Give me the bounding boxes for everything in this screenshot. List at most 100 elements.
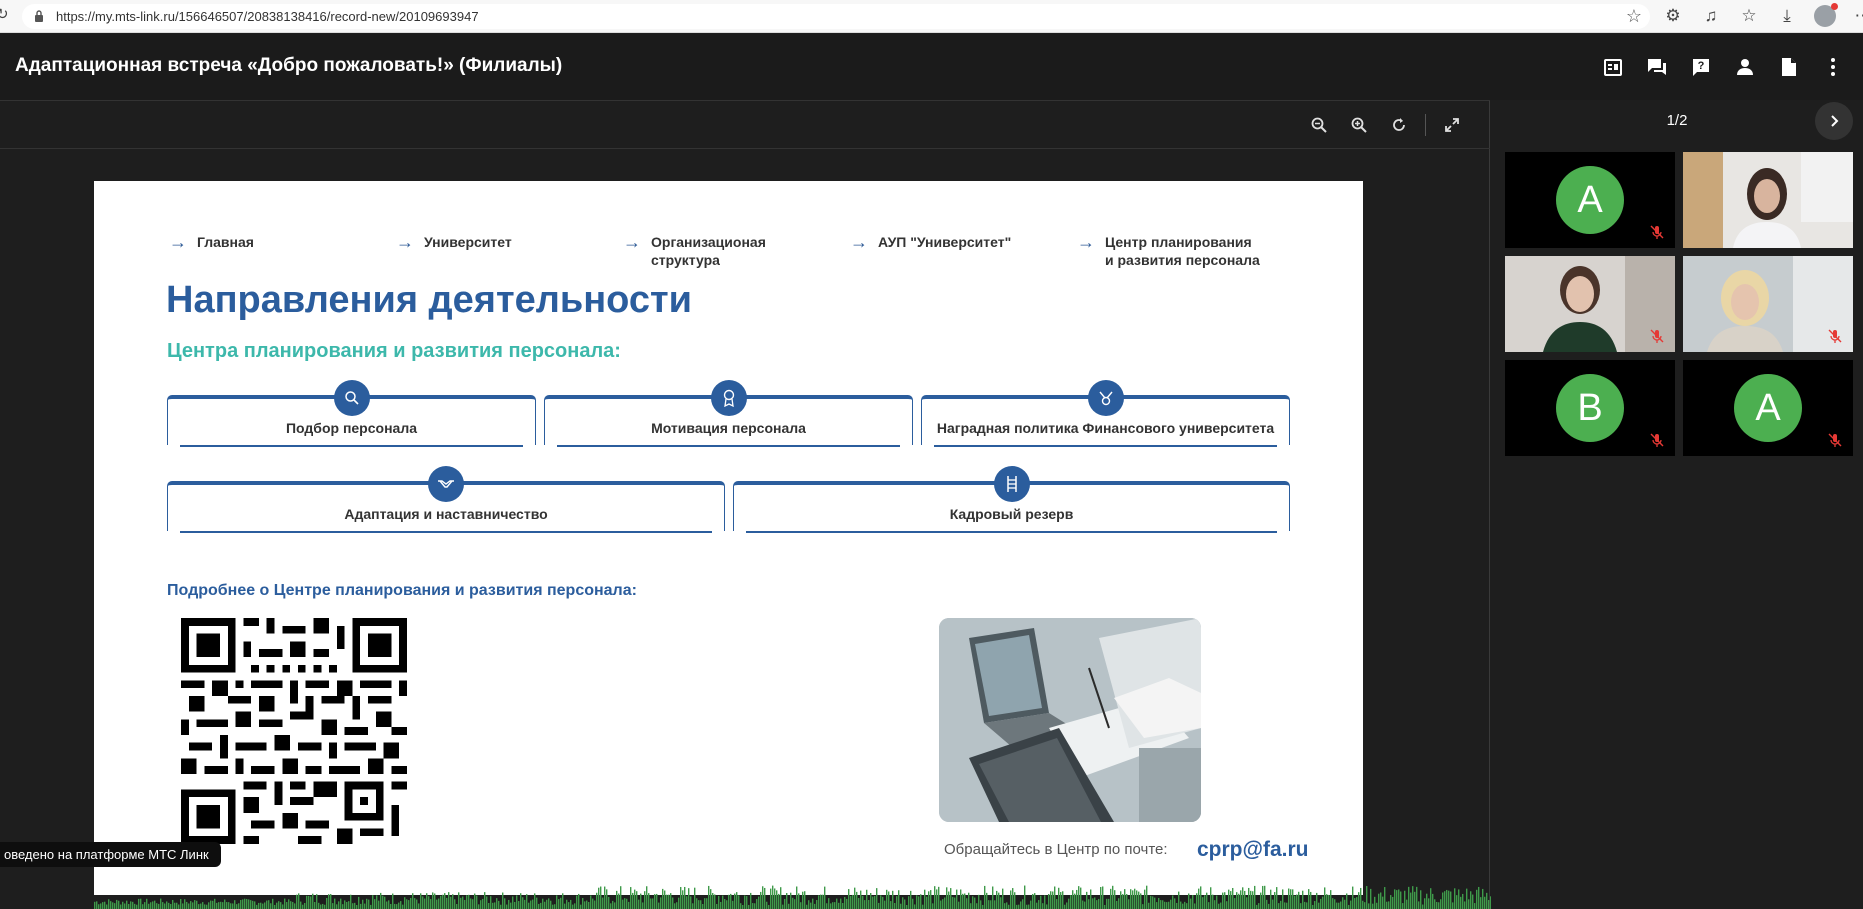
waveform-bar: [356, 904, 358, 909]
profile-avatar[interactable]: [1814, 3, 1838, 27]
browser-toolbar: ↻ https://my.mts-link.ru/156646507/20838…: [0, 0, 1863, 33]
waveform-bar: [166, 901, 168, 909]
waveform-bar: [820, 894, 822, 909]
participant-tile[interactable]: [1683, 256, 1853, 352]
zoom-in-icon[interactable]: [1339, 113, 1379, 137]
waveform-bar: [948, 891, 950, 909]
waveform-bar: [258, 902, 260, 909]
waveform-bar: [1246, 897, 1248, 909]
waveform-bar: [1460, 896, 1462, 909]
participant-tile[interactable]: В: [1505, 360, 1675, 456]
waveform-bar: [566, 899, 568, 909]
document-icon[interactable]: [1767, 52, 1811, 82]
media-icon[interactable]: ♫: [1692, 3, 1730, 29]
waveform-bar: [618, 893, 620, 909]
waveform-bar: [1340, 901, 1342, 909]
waveform-bar: [238, 903, 240, 909]
zoom-out-icon[interactable]: [1299, 113, 1339, 137]
participant-tile[interactable]: А: [1683, 360, 1853, 456]
url-text[interactable]: https://my.mts-link.ru/156646507/2083813…: [56, 9, 479, 24]
waveform-bar: [888, 891, 890, 909]
waveform-bar: [338, 901, 340, 909]
waveform-bar: [184, 899, 186, 909]
waveform-bar: [1228, 889, 1230, 909]
waveform-bar: [1088, 899, 1090, 909]
waveform-bar: [1208, 902, 1210, 909]
extensions-icon[interactable]: ⚙: [1654, 3, 1692, 29]
contact-email-link[interactable]: cprp@fa.ru: [1197, 838, 1309, 862]
waveform-bar: [642, 902, 644, 909]
waveform-bar: [316, 894, 318, 909]
waveform-bar: [422, 896, 424, 909]
waveform-bar: [1096, 900, 1098, 909]
bookmark-star-icon[interactable]: ☆: [1626, 6, 1642, 27]
waveform-bar: [176, 902, 178, 909]
more-info-heading: Подробнее о Центре планирования и развит…: [167, 582, 637, 599]
waveform-bar: [1078, 886, 1080, 909]
card-recruitment: Подбор персонала: [167, 380, 536, 447]
favorites-icon[interactable]: ☆: [1730, 3, 1768, 29]
waveform-bar: [732, 900, 734, 909]
waveform-bar: [970, 903, 972, 909]
waveform-bar: [1082, 900, 1084, 909]
waveform-bar: [886, 889, 888, 909]
participant-tile[interactable]: [1683, 152, 1853, 248]
participant-tile[interactable]: А: [1505, 152, 1675, 248]
agenda-icon[interactable]: [1591, 52, 1635, 82]
waveform-bar: [824, 886, 826, 909]
card-underline: [746, 531, 1277, 533]
qr-code[interactable]: [181, 618, 407, 844]
chat-icon[interactable]: [1635, 52, 1679, 82]
questions-icon[interactable]: ?: [1679, 52, 1723, 82]
app-header: Адаптационная встреча «Добро пожаловать!…: [0, 34, 1863, 100]
waveform-bar: [1414, 891, 1416, 909]
lock-icon[interactable]: [34, 10, 44, 22]
waveform-bar: [822, 894, 824, 909]
waveform-bar: [1316, 892, 1318, 909]
waveform-bar: [214, 898, 216, 909]
waveform-bar: [446, 897, 448, 909]
handshake-icon: [428, 466, 464, 502]
fullscreen-icon[interactable]: [1432, 113, 1472, 137]
waveform-bar: [986, 892, 988, 909]
waveform-bar: [534, 893, 536, 909]
waveform-bar: [392, 893, 394, 909]
waveform-bar: [646, 886, 648, 909]
waveform-bar: [930, 890, 932, 909]
waveform-bar: [796, 886, 798, 909]
waveform-bar: [1180, 901, 1182, 909]
waveform-bar: [372, 895, 374, 909]
downloads-icon[interactable]: ⤓: [1768, 3, 1806, 29]
rotate-icon[interactable]: [1379, 113, 1419, 137]
waveform-bar: [152, 901, 154, 909]
more-options-icon[interactable]: [1811, 52, 1855, 82]
waveform-bar: [282, 904, 284, 909]
waveform-bar: [452, 894, 454, 909]
waveform-bar: [754, 903, 756, 909]
waveform-bar: [1012, 888, 1014, 909]
waveform-bar: [956, 889, 958, 909]
address-bar[interactable]: https://my.mts-link.ru/156646507/2083813…: [22, 4, 1650, 29]
waveform-bar: [550, 900, 552, 909]
waveform-bar: [1224, 892, 1226, 909]
waveform-bar: [350, 894, 352, 909]
card-awards: Наградная политика Финансового университ…: [921, 380, 1290, 447]
participant-tile[interactable]: [1505, 256, 1675, 352]
arrow-right-icon: →: [850, 232, 868, 252]
waveform-bar: [654, 894, 656, 909]
waveform-bar: [866, 889, 868, 909]
waveform-bar: [400, 901, 402, 909]
waveform-bar: [470, 898, 472, 909]
waveform-bar: [376, 895, 378, 909]
waveform-bar: [1326, 894, 1328, 909]
waveform-bar: [1362, 900, 1364, 909]
waveform-bar: [1148, 902, 1150, 909]
browser-menu-icon[interactable]: ⋯: [1844, 3, 1863, 29]
next-page-button[interactable]: [1815, 102, 1853, 140]
reload-icon[interactable]: ↻: [0, 7, 12, 23]
participants-icon[interactable]: [1723, 52, 1767, 82]
waveform-bar: [1376, 902, 1378, 909]
waveform-bar: [910, 890, 912, 909]
waveform-bar: [394, 903, 396, 909]
waveform-bar: [1014, 892, 1016, 909]
